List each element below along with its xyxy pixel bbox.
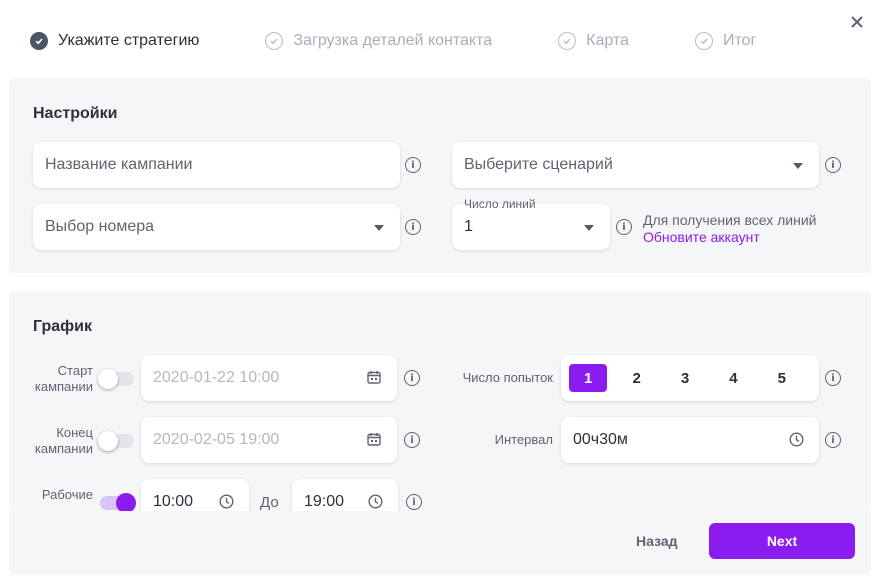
upgrade-hint: Для получения всех линий Обновите аккаун… xyxy=(643,212,817,246)
chevron-down-icon xyxy=(584,225,594,231)
work-from-input[interactable]: 10:00 xyxy=(141,479,249,511)
close-icon xyxy=(851,16,863,28)
start-toggle[interactable] xyxy=(98,369,134,389)
step-label: Итог xyxy=(722,32,757,49)
step-label: Загрузка деталей контакта xyxy=(293,32,493,49)
end-toggle[interactable] xyxy=(98,431,134,451)
check-circle-icon xyxy=(265,32,284,50)
work-hours-toggle[interactable] xyxy=(100,493,136,511)
attempt-option[interactable]: 5 xyxy=(763,364,801,392)
chevron-down-icon xyxy=(793,163,803,169)
info-icon[interactable]: i xyxy=(825,432,841,448)
clock-icon xyxy=(789,432,805,448)
info-icon[interactable]: i xyxy=(825,370,841,386)
work-to-input[interactable]: 19:00 xyxy=(292,479,398,511)
check-circle-icon xyxy=(694,32,713,50)
attempt-option[interactable]: 2 xyxy=(617,364,655,392)
info-icon[interactable]: i xyxy=(825,157,841,173)
clock-icon xyxy=(219,494,235,510)
interval-input[interactable]: 00ч30м xyxy=(561,417,819,463)
close-button[interactable] xyxy=(849,14,865,30)
info-icon[interactable]: i xyxy=(405,219,421,235)
info-icon[interactable]: i xyxy=(404,370,420,386)
attempt-option[interactable]: 4 xyxy=(714,364,752,392)
settings-panel: Настройки Название кампании i Выберите с… xyxy=(9,78,871,273)
info-icon[interactable]: i xyxy=(406,494,422,510)
upgrade-account-link[interactable]: Обновите аккаунт xyxy=(643,229,816,246)
stepper: Укажите стратегию Загрузка деталей конта… xyxy=(30,30,822,52)
attempts-label: Число попыток xyxy=(462,370,553,385)
back-button[interactable]: Назад xyxy=(636,533,678,549)
step-label: Укажите стратегию xyxy=(58,32,200,49)
info-icon[interactable]: i xyxy=(404,432,420,448)
attempts-selector[interactable]: 1 2 3 4 5 xyxy=(561,355,819,401)
step-strategy[interactable]: Укажите стратегию xyxy=(30,32,199,50)
calendar-icon xyxy=(367,370,383,386)
step-contact-details[interactable]: Загрузка деталей контакта xyxy=(265,32,492,50)
end-label: Конец кампании xyxy=(34,425,93,456)
attempt-option[interactable]: 3 xyxy=(666,364,704,392)
schedule-panel: График Старт кампании 2020-01-22 10:00 i… xyxy=(9,291,871,511)
work-hours-label: Рабочие xyxy=(41,487,93,502)
info-icon[interactable]: i xyxy=(616,219,632,235)
calendar-icon xyxy=(367,432,383,448)
check-circle-icon xyxy=(30,32,48,50)
settings-title: Настройки xyxy=(33,105,118,122)
end-date-input[interactable]: 2020-02-05 19:00 xyxy=(141,417,397,463)
step-label: Карта xyxy=(586,32,629,49)
start-label: Старт кампании xyxy=(34,363,93,394)
interval-label: Интервал xyxy=(494,432,553,447)
step-map[interactable]: Карта xyxy=(558,32,629,50)
scenario-select[interactable]: Выберите сценарий xyxy=(452,142,819,188)
start-date-input[interactable]: 2020-01-22 10:00 xyxy=(141,355,397,401)
footer: Назад Next xyxy=(9,511,871,575)
attempt-option[interactable]: 1 xyxy=(569,364,608,392)
lines-label: Число линий xyxy=(464,197,536,211)
step-summary[interactable]: Итог xyxy=(694,32,757,50)
check-circle-icon xyxy=(558,32,577,50)
schedule-title: График xyxy=(33,318,92,335)
info-icon[interactable]: i xyxy=(405,157,421,173)
chevron-down-icon xyxy=(374,225,384,231)
clock-icon xyxy=(368,494,384,510)
campaign-name-input[interactable]: Название кампании xyxy=(33,142,400,188)
number-select[interactable]: Выбор номера xyxy=(33,204,400,250)
work-to-label: До xyxy=(260,494,279,511)
next-button[interactable]: Next xyxy=(709,523,855,559)
